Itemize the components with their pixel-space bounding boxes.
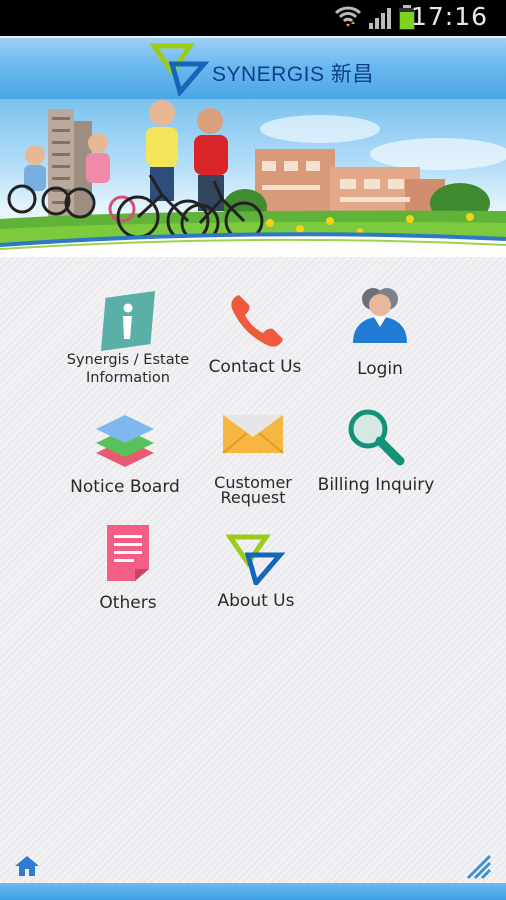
envelope-icon: [222, 415, 284, 454]
user-icon: [353, 288, 407, 343]
app-header: SYNERGIS 新昌: [0, 36, 506, 101]
menu-grid: Synergis / Estate Information Contact Us…: [0, 257, 506, 883]
resize-handle-icon[interactable]: [464, 852, 492, 880]
signal-icon: [369, 8, 391, 29]
clock: 17:16: [410, 2, 488, 31]
menu-item-about-us[interactable]: About Us: [193, 533, 319, 610]
document-icon: [107, 525, 149, 581]
menu-label: Synergis / Estate Information: [66, 352, 190, 386]
menu-label: Others: [99, 593, 157, 613]
menu-item-estate-information[interactable]: Synergis / Estate Information: [65, 291, 191, 387]
synergis-logo-icon: [150, 43, 210, 96]
menu-label: Login: [357, 359, 403, 379]
layers-icon: [96, 415, 154, 467]
menu-item-contact-us[interactable]: Contact Us: [192, 291, 318, 376]
footer-bar: [0, 883, 506, 900]
info-icon: [100, 291, 156, 351]
hero-banner: [0, 99, 506, 257]
menu-label: About Us: [217, 591, 295, 611]
phone-icon: [231, 295, 283, 347]
status-bar: 17:16: [0, 0, 506, 36]
menu-label: Customer Request: [214, 473, 292, 507]
wifi-icon: [334, 6, 362, 27]
menu-item-login[interactable]: Login: [317, 283, 443, 378]
menu-item-customer-request[interactable]: Customer Request: [190, 407, 316, 507]
banner-illustration: [0, 100, 506, 257]
home-icon[interactable]: [14, 855, 40, 877]
menu-item-others[interactable]: Others: [65, 523, 191, 612]
magnifier-icon: [348, 409, 405, 466]
menu-label: Contact Us: [208, 357, 302, 377]
brand-name: SYNERGIS 新昌: [212, 63, 374, 86]
menu-label: Notice Board: [70, 477, 180, 497]
menu-label: Billing Inquiry: [317, 475, 435, 495]
synergis-logo-icon: [226, 534, 286, 585]
menu-item-billing-inquiry[interactable]: Billing Inquiry: [313, 407, 439, 494]
menu-item-notice-board[interactable]: Notice Board: [62, 411, 188, 496]
